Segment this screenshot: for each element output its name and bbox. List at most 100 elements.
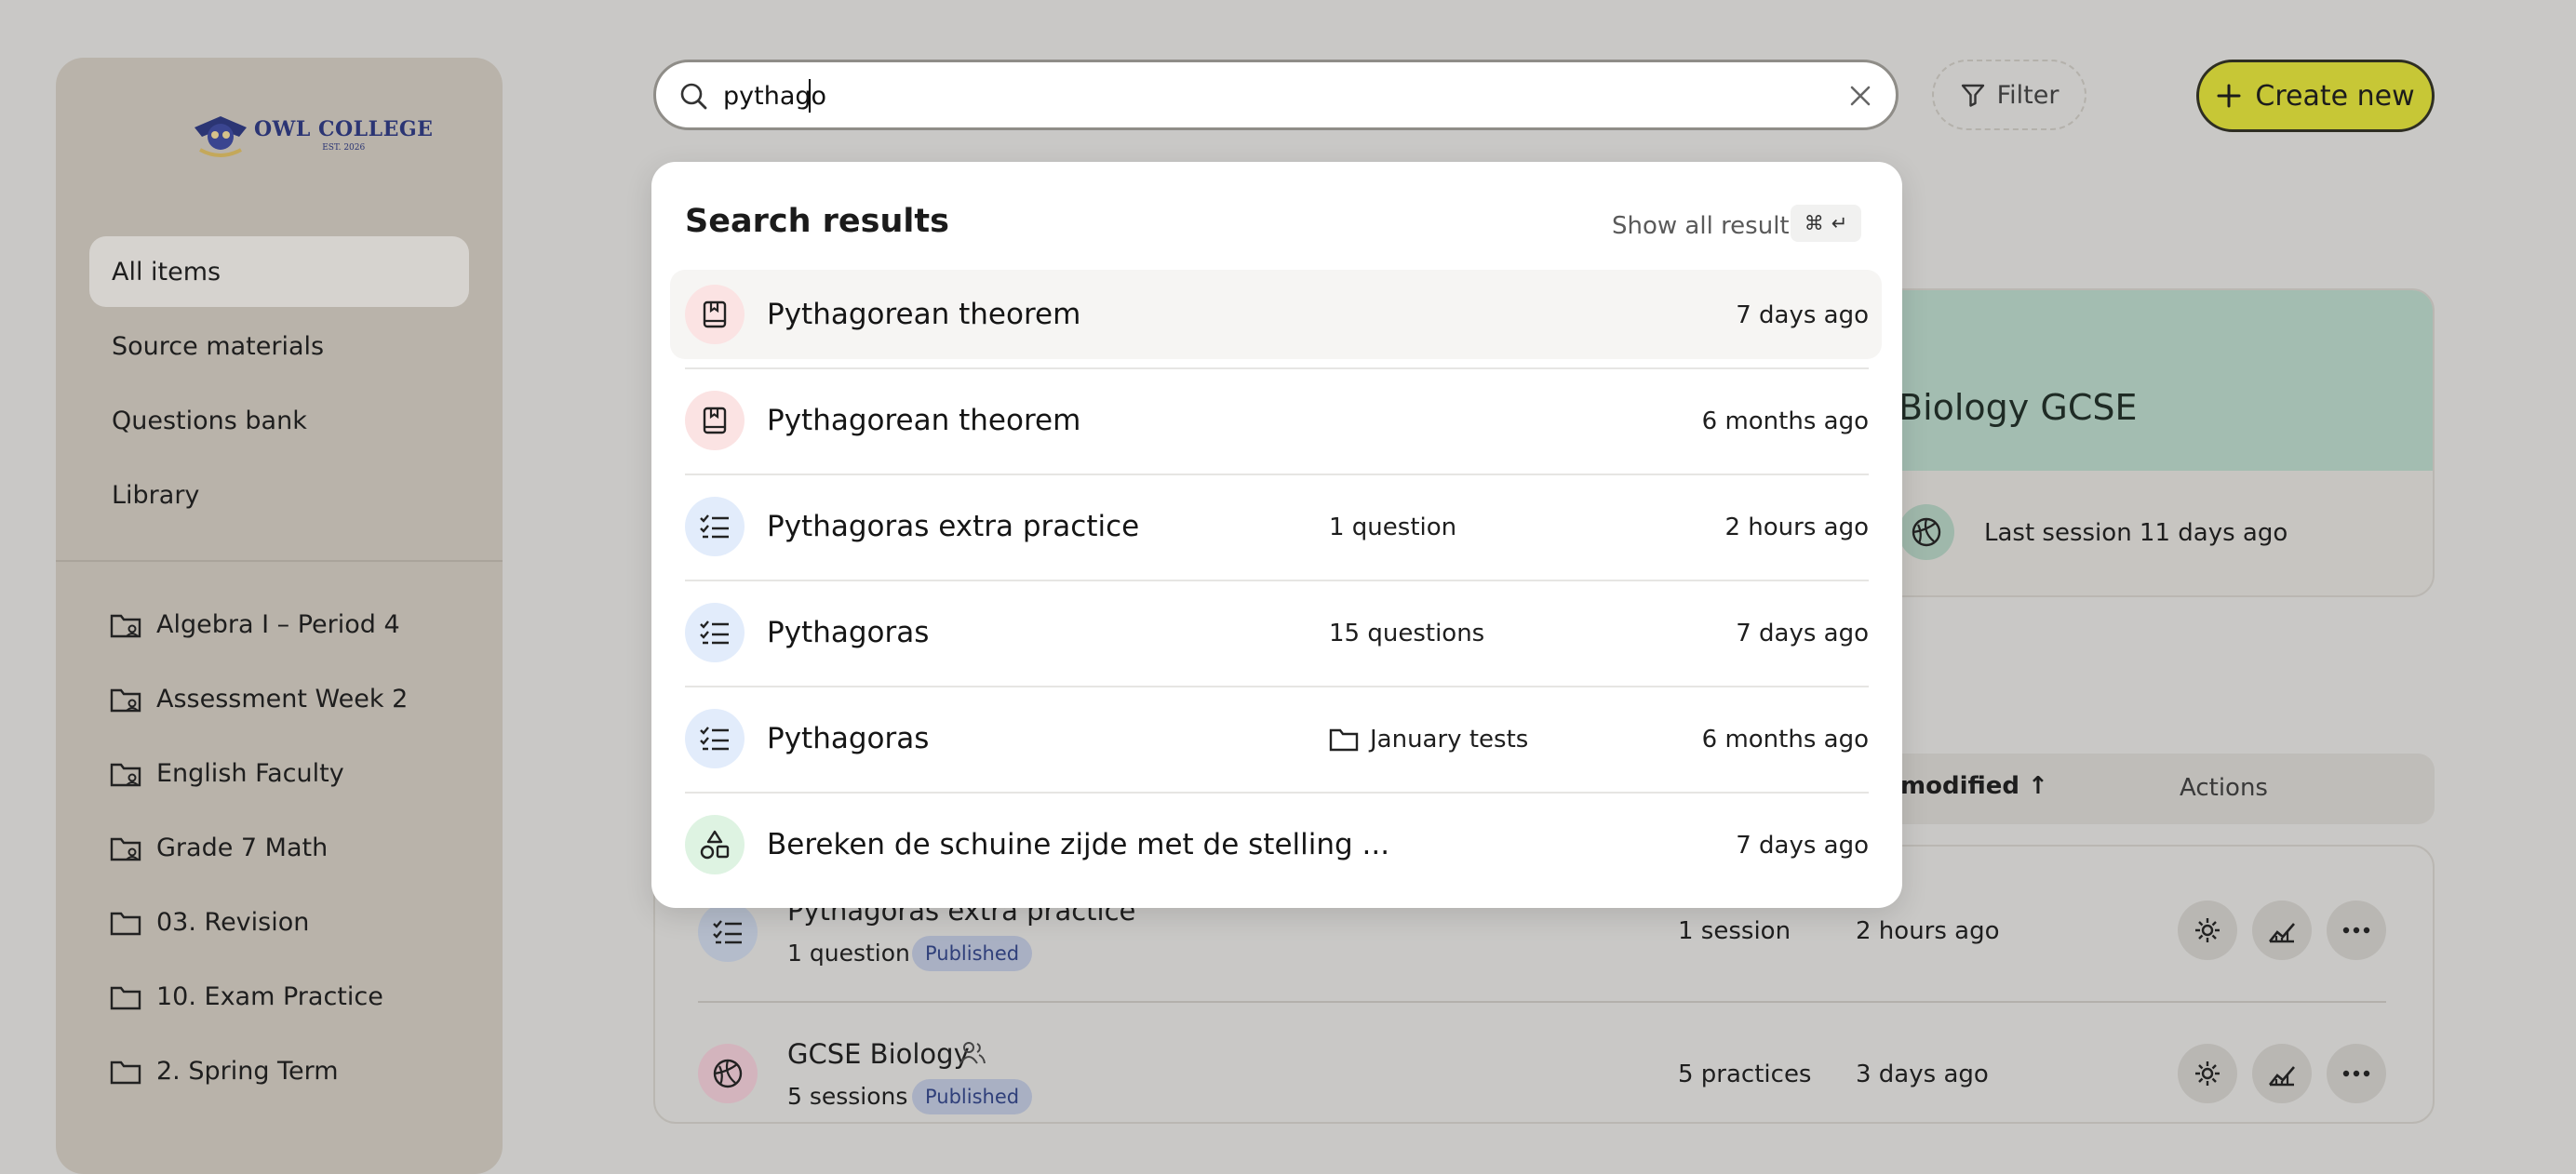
folder-icon	[110, 986, 141, 1009]
folder-label: English Faculty	[156, 759, 344, 788]
shared-users-icon	[959, 1042, 986, 1064]
row-modified: 2 hours ago	[1856, 917, 2000, 945]
row-title[interactable]: GCSE Biology	[787, 1038, 970, 1070]
volleyball-icon	[698, 1044, 758, 1103]
sidebar: OWL COLLEGE EST. 2026 All items Source m…	[56, 58, 503, 1174]
checklist-icon	[698, 902, 758, 962]
search-result-item[interactable]: Pythagoras 15 questions 7 days ago	[670, 588, 1882, 677]
search-result-item[interactable]: Pythagorean theorem 6 months ago	[670, 376, 1882, 465]
result-folder-name: January tests	[1370, 726, 1529, 754]
search-bar[interactable]	[653, 60, 1898, 130]
course-card[interactable]: Biology GCSE Last session 11 days ago	[1880, 288, 2435, 597]
plus-icon	[2217, 84, 2241, 108]
result-divider	[685, 474, 1869, 475]
sidebar-divider	[56, 560, 503, 562]
search-input[interactable]	[721, 72, 1795, 120]
more-options-button[interactable]	[2327, 1044, 2386, 1103]
funnel-icon	[1961, 84, 1984, 107]
status-badge: Published	[912, 936, 1033, 971]
filter-label: Filter	[1996, 80, 2059, 110]
result-meta: 1 question	[1329, 514, 1457, 541]
nav-all-items[interactable]: All items	[89, 236, 469, 307]
folder-icon	[110, 912, 141, 935]
folder-assessment-week-2[interactable]: Assessment Week 2	[110, 685, 408, 714]
nav-library[interactable]: Library	[89, 460, 469, 530]
book-icon	[685, 285, 745, 344]
result-title: Pythagoras extra practice	[767, 510, 1140, 543]
result-time: 7 days ago	[1736, 832, 1869, 860]
column-actions: Actions	[2180, 774, 2268, 802]
card-header: Biology GCSE	[1882, 290, 2433, 471]
logo-name: OWL COLLEGE	[254, 117, 434, 141]
folder-icon	[110, 1061, 141, 1084]
command-key-icon: ⌘	[1804, 212, 1824, 234]
nav-source-materials[interactable]: Source materials	[89, 311, 469, 381]
result-time: 7 days ago	[1736, 620, 1869, 647]
row-count: 1 session	[1678, 917, 1791, 945]
search-result-item[interactable]: Pythagorean theorem 7 days ago	[670, 270, 1882, 359]
folder-label: Grade 7 Math	[156, 834, 329, 862]
table-header: modified ↑ Actions	[1880, 754, 2435, 824]
folder-grade-7-math[interactable]: Grade 7 Math	[110, 834, 328, 862]
chart-icon	[2268, 1066, 2295, 1087]
result-time: 2 hours ago	[1724, 514, 1869, 541]
gear-icon	[2195, 918, 2220, 942]
ellipsis-icon	[2342, 927, 2370, 934]
close-icon[interactable]	[1847, 83, 1873, 109]
folder-03-revision[interactable]: 03. Revision	[110, 908, 309, 937]
result-title: Pythagoras	[767, 616, 930, 649]
owl-crest-icon	[195, 116, 247, 157]
result-divider	[685, 686, 1869, 687]
result-divider	[685, 792, 1869, 794]
analytics-button[interactable]	[2252, 901, 2312, 960]
settings-button[interactable]	[2178, 901, 2237, 960]
volleyball-icon	[1898, 504, 1954, 560]
filter-button[interactable]: Filter	[1932, 60, 2086, 130]
card-title: Biology GCSE	[1898, 387, 2138, 428]
folder-label: Assessment Week 2	[156, 685, 409, 714]
shared-folder-icon	[110, 614, 141, 637]
result-title: Pythagoras	[767, 722, 930, 755]
folder-algebra-period-4[interactable]: Algebra I – Period 4	[110, 610, 400, 639]
show-all-results-link[interactable]: Show all results	[1612, 212, 1802, 240]
checklist-icon	[685, 497, 745, 556]
keyboard-shortcut-hint: ⌘ ↵	[1791, 205, 1861, 242]
shared-folder-icon	[110, 837, 141, 860]
folder-english-faculty[interactable]: English Faculty	[110, 759, 344, 788]
result-title: Bereken de schuine zijde met de stelling…	[767, 828, 1390, 861]
card-last-session: Last session 11 days ago	[1984, 519, 2288, 547]
search-result-item[interactable]: Bereken de schuine zijde met de stelling…	[670, 800, 1882, 889]
more-options-button[interactable]	[2327, 901, 2386, 960]
search-result-item[interactable]: Pythagoras January tests 6 months ago	[670, 694, 1882, 783]
shared-folder-icon	[110, 763, 141, 786]
row-divider	[698, 1001, 2386, 1003]
search-results-title: Search results	[685, 203, 949, 240]
folder-icon	[1329, 728, 1359, 752]
book-icon	[685, 391, 745, 450]
result-time: 6 months ago	[1701, 407, 1869, 435]
college-logo[interactable]: OWL COLLEGE EST. 2026	[191, 109, 433, 161]
column-modified[interactable]: modified ↑	[1900, 772, 2048, 800]
create-new-button[interactable]: Create new	[2196, 60, 2435, 132]
row-count: 5 practices	[1678, 1061, 1812, 1088]
search-result-item[interactable]: Pythagoras extra practice 1 question 2 h…	[670, 482, 1882, 571]
folder-10-exam-practice[interactable]: 10. Exam Practice	[110, 982, 383, 1011]
result-title: Pythagorean theorem	[767, 404, 1081, 437]
folder-label: 2. Spring Term	[156, 1057, 339, 1086]
analytics-button[interactable]	[2252, 1044, 2312, 1103]
shared-folder-icon	[110, 688, 141, 712]
chart-icon	[2268, 923, 2295, 943]
gear-icon	[2195, 1061, 2220, 1086]
ellipsis-icon	[2342, 1070, 2370, 1077]
folder-label: 03. Revision	[156, 908, 310, 937]
folder-2-spring-term[interactable]: 2. Spring Term	[110, 1057, 339, 1086]
settings-button[interactable]	[2178, 1044, 2237, 1103]
logo-established: EST. 2026	[322, 143, 366, 153]
row-subtitle: 5 sessions	[787, 1083, 908, 1110]
result-divider	[685, 367, 1869, 369]
status-badge: Published	[912, 1079, 1033, 1114]
nav-questions-bank[interactable]: Questions bank	[89, 385, 469, 456]
text-caret	[809, 79, 811, 113]
checklist-icon	[685, 603, 745, 662]
enter-key-icon: ↵	[1831, 212, 1848, 234]
